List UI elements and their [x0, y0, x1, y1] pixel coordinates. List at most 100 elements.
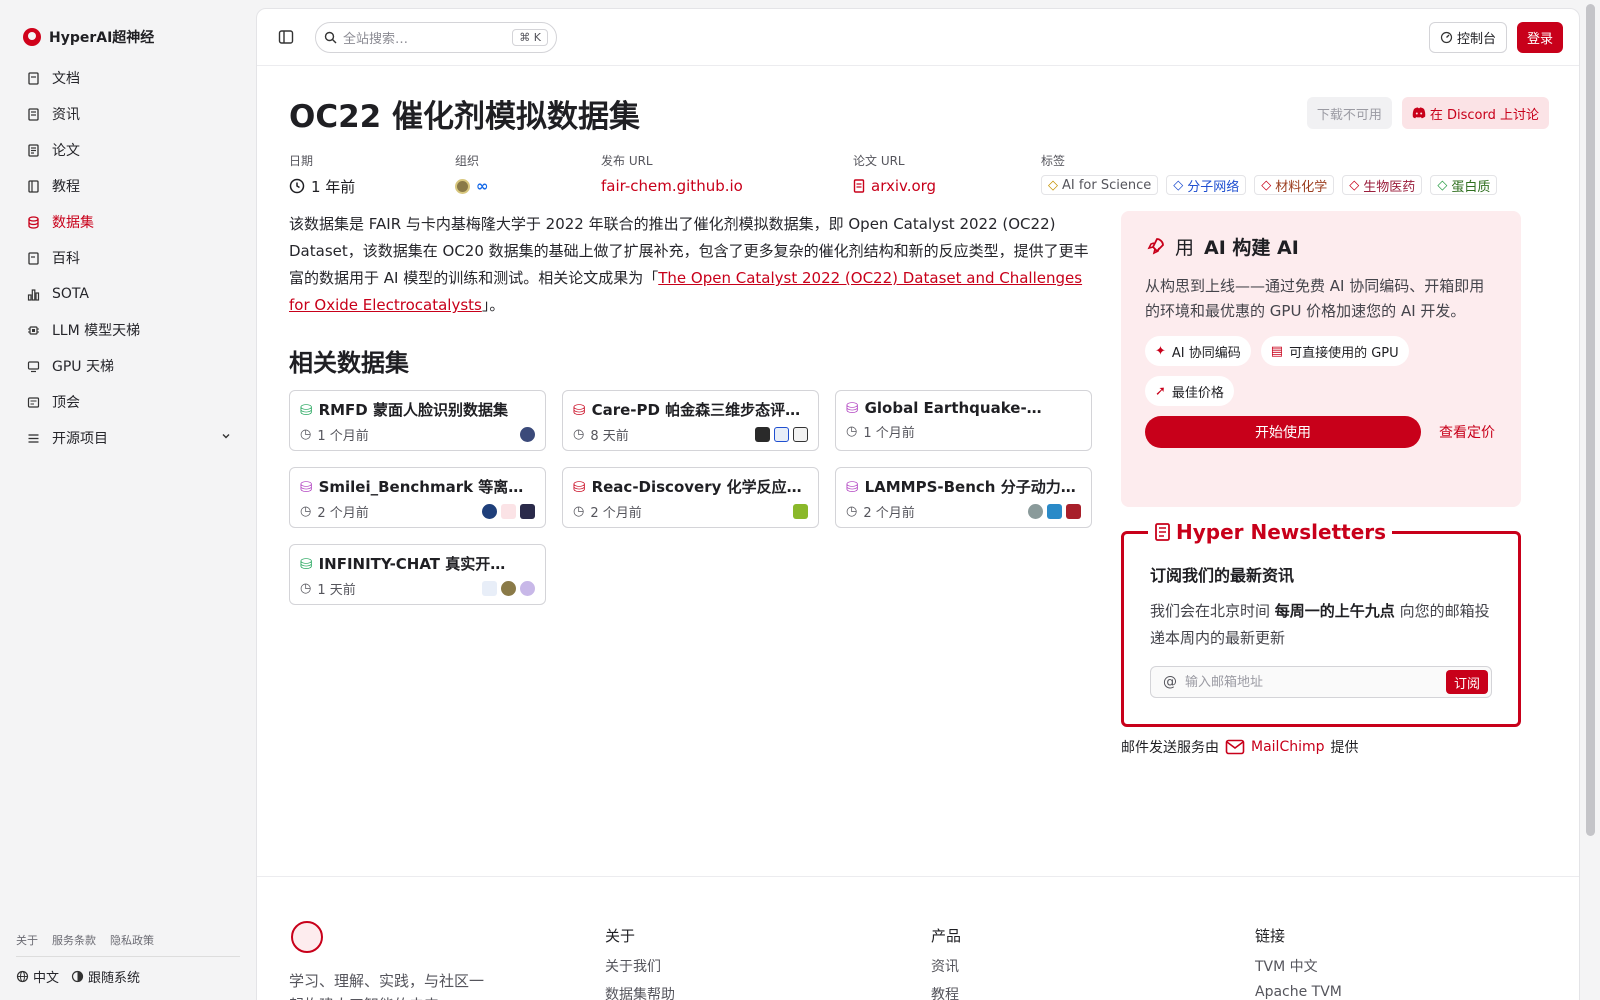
footer-link[interactable]: TVM 中文 — [1255, 956, 1342, 976]
footer-logo-icon[interactable] — [291, 921, 323, 953]
card-time: 1 个月前 — [863, 426, 915, 441]
tutorial-icon — [26, 179, 40, 193]
related-dataset-card[interactable]: ⛁ LAMMPS-Bench 分子动力… ◷ 2 个月前 — [835, 467, 1092, 528]
footer-link[interactable]: 数据集帮助 — [605, 984, 675, 1000]
related-dataset-card[interactable]: ⛁ INFINITY-CHAT 真实开… ◷ 1 天前 — [289, 544, 546, 605]
subscribe-button[interactable]: 订阅 — [1445, 670, 1488, 694]
sidebar-item-label: 资讯 — [52, 107, 80, 123]
sidebar-item-conferences[interactable]: 顶会 — [14, 384, 242, 420]
card-title: INFINITY-CHAT 真实开… — [318, 555, 506, 573]
related-dataset-card[interactable]: ⛁ Global Earthquake-… ◷ 1 个月前 — [835, 390, 1092, 451]
chip-ai-coding: ✦ AI 协同编码 — [1145, 336, 1251, 366]
paper-icon — [26, 143, 40, 157]
pricing-link[interactable]: 查看定价 — [1439, 422, 1495, 442]
sidebar-item-label: 数据集 — [52, 215, 94, 231]
footer-link[interactable]: Apache TVM — [1255, 984, 1342, 1000]
email-field[interactable] — [1185, 674, 1438, 690]
footer-link[interactable]: 教程 — [931, 984, 961, 1000]
footer-link-terms[interactable]: 服务条款 — [52, 932, 96, 948]
sidebar-item-gpu-ladder[interactable]: GPU 天梯 — [14, 348, 242, 384]
database-icon — [26, 215, 40, 229]
chip-best-price: ➚ 最佳价格 — [1145, 376, 1234, 406]
meta-date: 日期 1 年前 — [289, 152, 455, 197]
related-dataset-card[interactable]: ⛁ Reac-Discovery 化学反应… ◷ 2 个月前 — [562, 467, 819, 528]
database-icon: ⛁ — [573, 477, 586, 496]
tag-label: AI for Science — [1062, 177, 1152, 193]
sidebar-item-sota[interactable]: SOTA — [14, 276, 242, 312]
newsletter-title: Hyper Newsletters — [1148, 520, 1393, 544]
newsletter-box: Hyper Newsletters 订阅我们的最新资讯 我们会在北京时间 每周一… — [1121, 520, 1521, 727]
org-logo-icon — [501, 581, 516, 596]
sidebar-item-open-source[interactable]: 开源项目 — [14, 420, 242, 456]
promo-card: 用 AI 构建 AI 从构思到上线——通过免费 AI 协同编码、开箱即用的环境和… — [1121, 211, 1521, 507]
topbar: 全站搜索… ⌘ K 控制台 登录 — [257, 9, 1579, 66]
language-selector[interactable]: 中文 — [16, 967, 59, 986]
sidebar-item-tutorials[interactable]: 教程 — [14, 168, 242, 204]
clock-icon: ◷ — [300, 581, 312, 596]
related-datasets-title: 相关数据集 — [289, 349, 409, 377]
sidebar-toggle-button[interactable] — [273, 24, 299, 50]
chevron-down-icon[interactable] — [220, 430, 232, 446]
sidebar-item-llm-ladder[interactable]: LLM 模型天梯 — [14, 312, 242, 348]
sidebar-item-label: 开源项目 — [52, 431, 108, 447]
tag-icon: ◇ — [1048, 177, 1058, 193]
download-button[interactable]: 下载不可用 — [1306, 97, 1392, 129]
dashboard-icon — [1440, 31, 1453, 43]
related-dataset-card[interactable]: ⛁ RMFD 蒙面人脸识别数据集 ◷ 1 个月前 — [289, 390, 546, 451]
footer-link[interactable]: 资讯 — [931, 956, 961, 976]
tag-protein[interactable]: ◇ 蛋白质 — [1430, 175, 1498, 195]
sidebar-item-news[interactable]: 资讯 — [14, 96, 242, 132]
related-dataset-card[interactable]: ⛁ Smilei_Benchmark 等离… ◷ 2 个月前 — [289, 467, 546, 528]
tag-materials-chemistry[interactable]: ◇ 材料化学 — [1254, 175, 1335, 195]
related-dataset-card[interactable]: ⛁ Care-PD 帕金森三维步态评… ◷ 8 天前 — [562, 390, 819, 451]
login-button[interactable]: 登录 — [1516, 21, 1563, 53]
sidebar-item-datasets[interactable]: 数据集 — [14, 204, 242, 240]
provider-prefix: 邮件发送服务由 — [1121, 740, 1219, 756]
mailchimp-link[interactable]: MailChimp — [1251, 739, 1325, 755]
footer-link-privacy[interactable]: 隐私政策 — [110, 932, 154, 948]
tag-icon: ◇ — [1437, 177, 1448, 193]
clock-icon: ◷ — [846, 504, 858, 519]
tag-molecular-network[interactable]: ◇ 分子网络 — [1166, 175, 1247, 195]
theme-label: 跟随系统 — [88, 971, 141, 986]
scrollbar-thumb[interactable] — [1586, 4, 1595, 836]
main-panel: 全站搜索… ⌘ K 控制台 登录 OC22 催化剂模拟数据集 下载不可用 在 D… — [256, 8, 1580, 1000]
console-button[interactable]: 控制台 — [1428, 21, 1507, 53]
start-button[interactable]: 开始使用 — [1145, 416, 1421, 448]
discord-label: 在 Discord 上讨论 — [1429, 107, 1539, 123]
clock-icon — [289, 178, 305, 194]
doc-icon — [26, 71, 40, 85]
meta-org-label: 组织 — [455, 154, 480, 168]
database-icon: ⛁ — [300, 554, 313, 573]
newsletter-schedule: 每周一的上午九点 — [1274, 602, 1395, 620]
paper-url-link[interactable]: arxiv.org — [853, 175, 1041, 197]
org-logo-icon — [793, 427, 808, 442]
description-suffix: 」。 — [481, 296, 505, 314]
search-shortcut: ⌘ K — [512, 28, 548, 46]
tag-ai-for-science[interactable]: ◇ AI for Science — [1041, 175, 1159, 195]
sidebar-item-docs[interactable]: 文档 — [14, 60, 242, 96]
brand[interactable]: HyperAI超神经 — [0, 0, 256, 52]
card-title: Care-PD 帕金森三维步态评… — [591, 401, 801, 419]
footer-column-products: 产品 资讯 教程 — [931, 925, 961, 1000]
release-url-link[interactable]: fair-chem.github.io — [601, 175, 853, 197]
search-input[interactable]: 全站搜索… ⌘ K — [315, 21, 557, 53]
footer-link[interactable]: 关于我们 — [605, 956, 675, 976]
meta-release: 发布 URL fair-chem.github.io — [601, 152, 853, 197]
tag-label: 蛋白质 — [1451, 179, 1491, 195]
theme-selector[interactable]: 跟随系统 — [71, 967, 140, 986]
tag-label: 生物医药 — [1363, 179, 1416, 195]
discord-button[interactable]: 在 Discord 上讨论 — [1401, 97, 1549, 129]
page-scrollbar[interactable] — [1584, 0, 1596, 1000]
org-logo-icon — [1066, 504, 1081, 519]
sidebar-item-papers[interactable]: 论文 — [14, 132, 242, 168]
tag-biomedicine[interactable]: ◇ 生物医药 — [1342, 175, 1423, 195]
chip-gpu: ▤ 可直接使用的 GPU — [1260, 336, 1409, 366]
cmu-logo-icon[interactable] — [455, 178, 470, 194]
footer-link-about[interactable]: 关于 — [16, 932, 38, 948]
meta-tags-label: 标签 — [1041, 154, 1066, 168]
sidebar-item-wiki[interactable]: 百科 — [14, 240, 242, 276]
meta-logo-icon[interactable]: ∞ — [476, 177, 489, 195]
rocket-icon: ➚ — [1155, 383, 1166, 399]
tag-icon: ◇ — [1173, 177, 1184, 193]
